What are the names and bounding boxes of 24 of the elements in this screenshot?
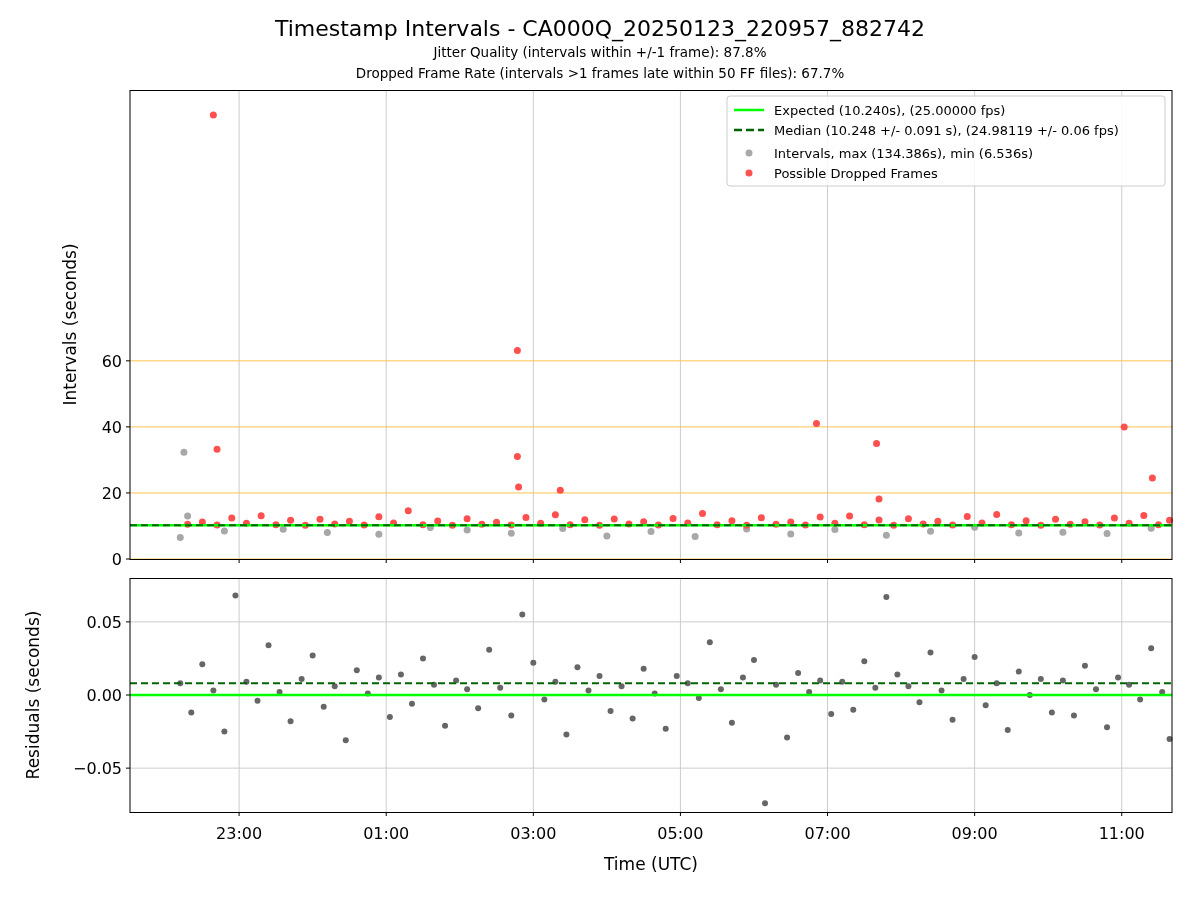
tick-label: −0.05 (72, 759, 122, 779)
chart-title: Timestamp Intervals - CA000Q_20250123_220957_882742 (274, 16, 926, 42)
tick-label: 01:00 (363, 824, 410, 843)
tick-label: 07:00 (804, 824, 851, 843)
legend-label: Possible Dropped Frames (774, 166, 938, 181)
axis-title: Intervals (seconds) (60, 243, 80, 406)
tick-label: 23:00 (216, 824, 263, 843)
tick-label: 0.05 (86, 612, 122, 632)
axis-title: Time (UTC) (604, 854, 698, 874)
legend-label: Median (10.248 +/- 0.091 s), (24.98119 +/- 0.06 fps) (774, 123, 1119, 138)
tick-label: 40 (101, 417, 122, 437)
chart-subtitle: Dropped Frame Rate (intervals >1 frames late within 50 FF files): 67.7% (355, 64, 845, 83)
legend-label: Expected (10.240s), (25.00000 fps) (774, 103, 1006, 118)
tick-label: 09:00 (951, 824, 998, 843)
tick-label: 0 (111, 550, 122, 569)
chart-subtitle: Jitter Quality (intervals within +/-1 frame): 87.8% (433, 43, 767, 62)
tick-label: 03:00 (510, 824, 557, 843)
tick-label: 60 (101, 351, 122, 371)
legend-label: Intervals, max (134.386s), min (6.536s) (774, 146, 1033, 161)
tick-label: 0.00 (86, 686, 122, 705)
tick-label: 11:00 (1098, 824, 1145, 843)
tick-label: 20 (101, 483, 122, 503)
axis-title: Residuals (seconds) (23, 610, 43, 780)
tick-label: 05:00 (657, 824, 704, 843)
